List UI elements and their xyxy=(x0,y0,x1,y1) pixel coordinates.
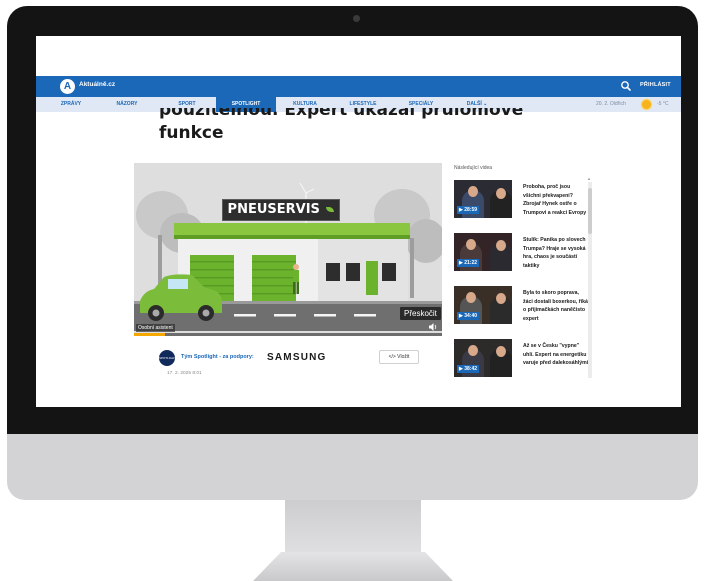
video-title[interactable]: Byla to skoro poprava, žáci dostali boxe… xyxy=(523,289,589,323)
next-video-item[interactable]: ▶ 28:59 Proboha, proč jsou všichni překv… xyxy=(454,176,591,226)
camera-icon xyxy=(353,15,360,22)
video-duration: ▶ 21:22 xyxy=(457,259,480,267)
video-duration: ▶ 34:40 xyxy=(457,312,480,320)
scrollbar-thumb[interactable] xyxy=(588,188,592,234)
nav-item-nazory[interactable]: NÁZORY xyxy=(106,97,148,112)
monitor-stand-foot xyxy=(253,552,453,581)
author-avatar: SPOTLIGHT xyxy=(159,350,176,366)
article-title-line2: funkce xyxy=(159,123,224,143)
author-name[interactable]: Tým Spotlight - za podpory: xyxy=(181,354,254,360)
video-thumbnail[interactable]: ▶ 28:59 xyxy=(454,180,512,218)
article-byline: SPOTLIGHT Tým Spotlight - za podpory: SA… xyxy=(159,349,419,369)
video-thumbnail[interactable]: ▶ 38:42 xyxy=(454,339,512,377)
video-title[interactable]: Až se v Česku "vypne" uhlí. Expert na en… xyxy=(523,342,589,368)
site-logo-text[interactable]: Aktuálně.cz xyxy=(79,81,115,88)
scroll-up-icon[interactable]: ▲ xyxy=(587,176,591,181)
article-date: 17. 2. 2025 8:01 xyxy=(167,371,202,376)
login-button[interactable]: PŘIHLÁSIT xyxy=(640,82,671,88)
video-sign-text: PNEUSERVIS xyxy=(227,202,320,217)
video-subtitle: Osobní asistent xyxy=(136,324,175,332)
video-duration: ▶ 38:42 xyxy=(457,365,480,373)
video-title[interactable]: Stulík: Panika po slovech Trumpa? Hraje … xyxy=(523,236,589,270)
next-video-item[interactable]: ▶ 21:22 Stulík: Panika po slovech Trumpa… xyxy=(454,229,591,279)
monitor-stand-neck xyxy=(285,500,421,552)
next-video-item[interactable]: ▶ 34:40 Byla to skoro poprava, žáci dost… xyxy=(454,282,591,332)
search-icon[interactable] xyxy=(620,80,632,92)
next-video-item[interactable]: ▶ 38:42 Až se v Česku "vypne" uhlí. Expe… xyxy=(454,335,591,380)
video-thumbnail[interactable]: ▶ 21:22 xyxy=(454,233,512,271)
video-title[interactable]: Proboha, proč jsou všichni překvapeni? Z… xyxy=(523,183,589,217)
article-title-line1: použitelnou. Expert ukázal průlomové xyxy=(159,108,524,120)
nav-date: 20. 2. Oldřich xyxy=(596,101,626,107)
video-sign: PNEUSERVIS xyxy=(222,199,340,221)
video-thumbnail[interactable]: ▶ 34:40 xyxy=(454,286,512,324)
volume-icon[interactable] xyxy=(429,323,438,331)
sun-icon xyxy=(642,100,651,109)
skip-ad-button[interactable]: Přeskočit xyxy=(400,307,441,320)
video-player[interactable]: PNEUSERVIS Osobní asistent Přeskočit xyxy=(134,163,442,336)
sponsor-logo: SAMSUNG xyxy=(267,352,327,363)
weather-temperature: -5 °C xyxy=(657,101,669,107)
next-videos-list: ▶ 28:59 Proboha, proč jsou všichni překv… xyxy=(454,176,591,380)
imac-mockup: A Aktuálně.cz PŘIHLÁSIT ZPRÁVY NÁZORY SP… xyxy=(0,0,705,581)
browser-screen: A Aktuálně.cz PŘIHLÁSIT ZPRÁVY NÁZORY SP… xyxy=(36,36,681,407)
site-logo-icon[interactable]: A xyxy=(60,79,75,94)
video-progress-fill xyxy=(134,333,165,336)
nav-item-zpravy[interactable]: ZPRÁVY xyxy=(50,97,92,112)
leaf-icon xyxy=(326,207,335,212)
article-title: použitelnou. Expert ukázal průlomové fun… xyxy=(159,108,523,145)
video-frame-illustration xyxy=(134,163,442,336)
video-progress-bar[interactable] xyxy=(134,333,442,336)
video-duration: ▶ 28:59 xyxy=(457,206,480,214)
next-videos-title: Následující videa xyxy=(454,165,493,171)
site-header: A Aktuálně.cz PŘIHLÁSIT xyxy=(36,76,681,97)
monitor-chin xyxy=(7,434,698,500)
embed-button[interactable]: </> Vložit xyxy=(379,350,419,364)
sidebar-scrollbar[interactable] xyxy=(588,182,592,378)
